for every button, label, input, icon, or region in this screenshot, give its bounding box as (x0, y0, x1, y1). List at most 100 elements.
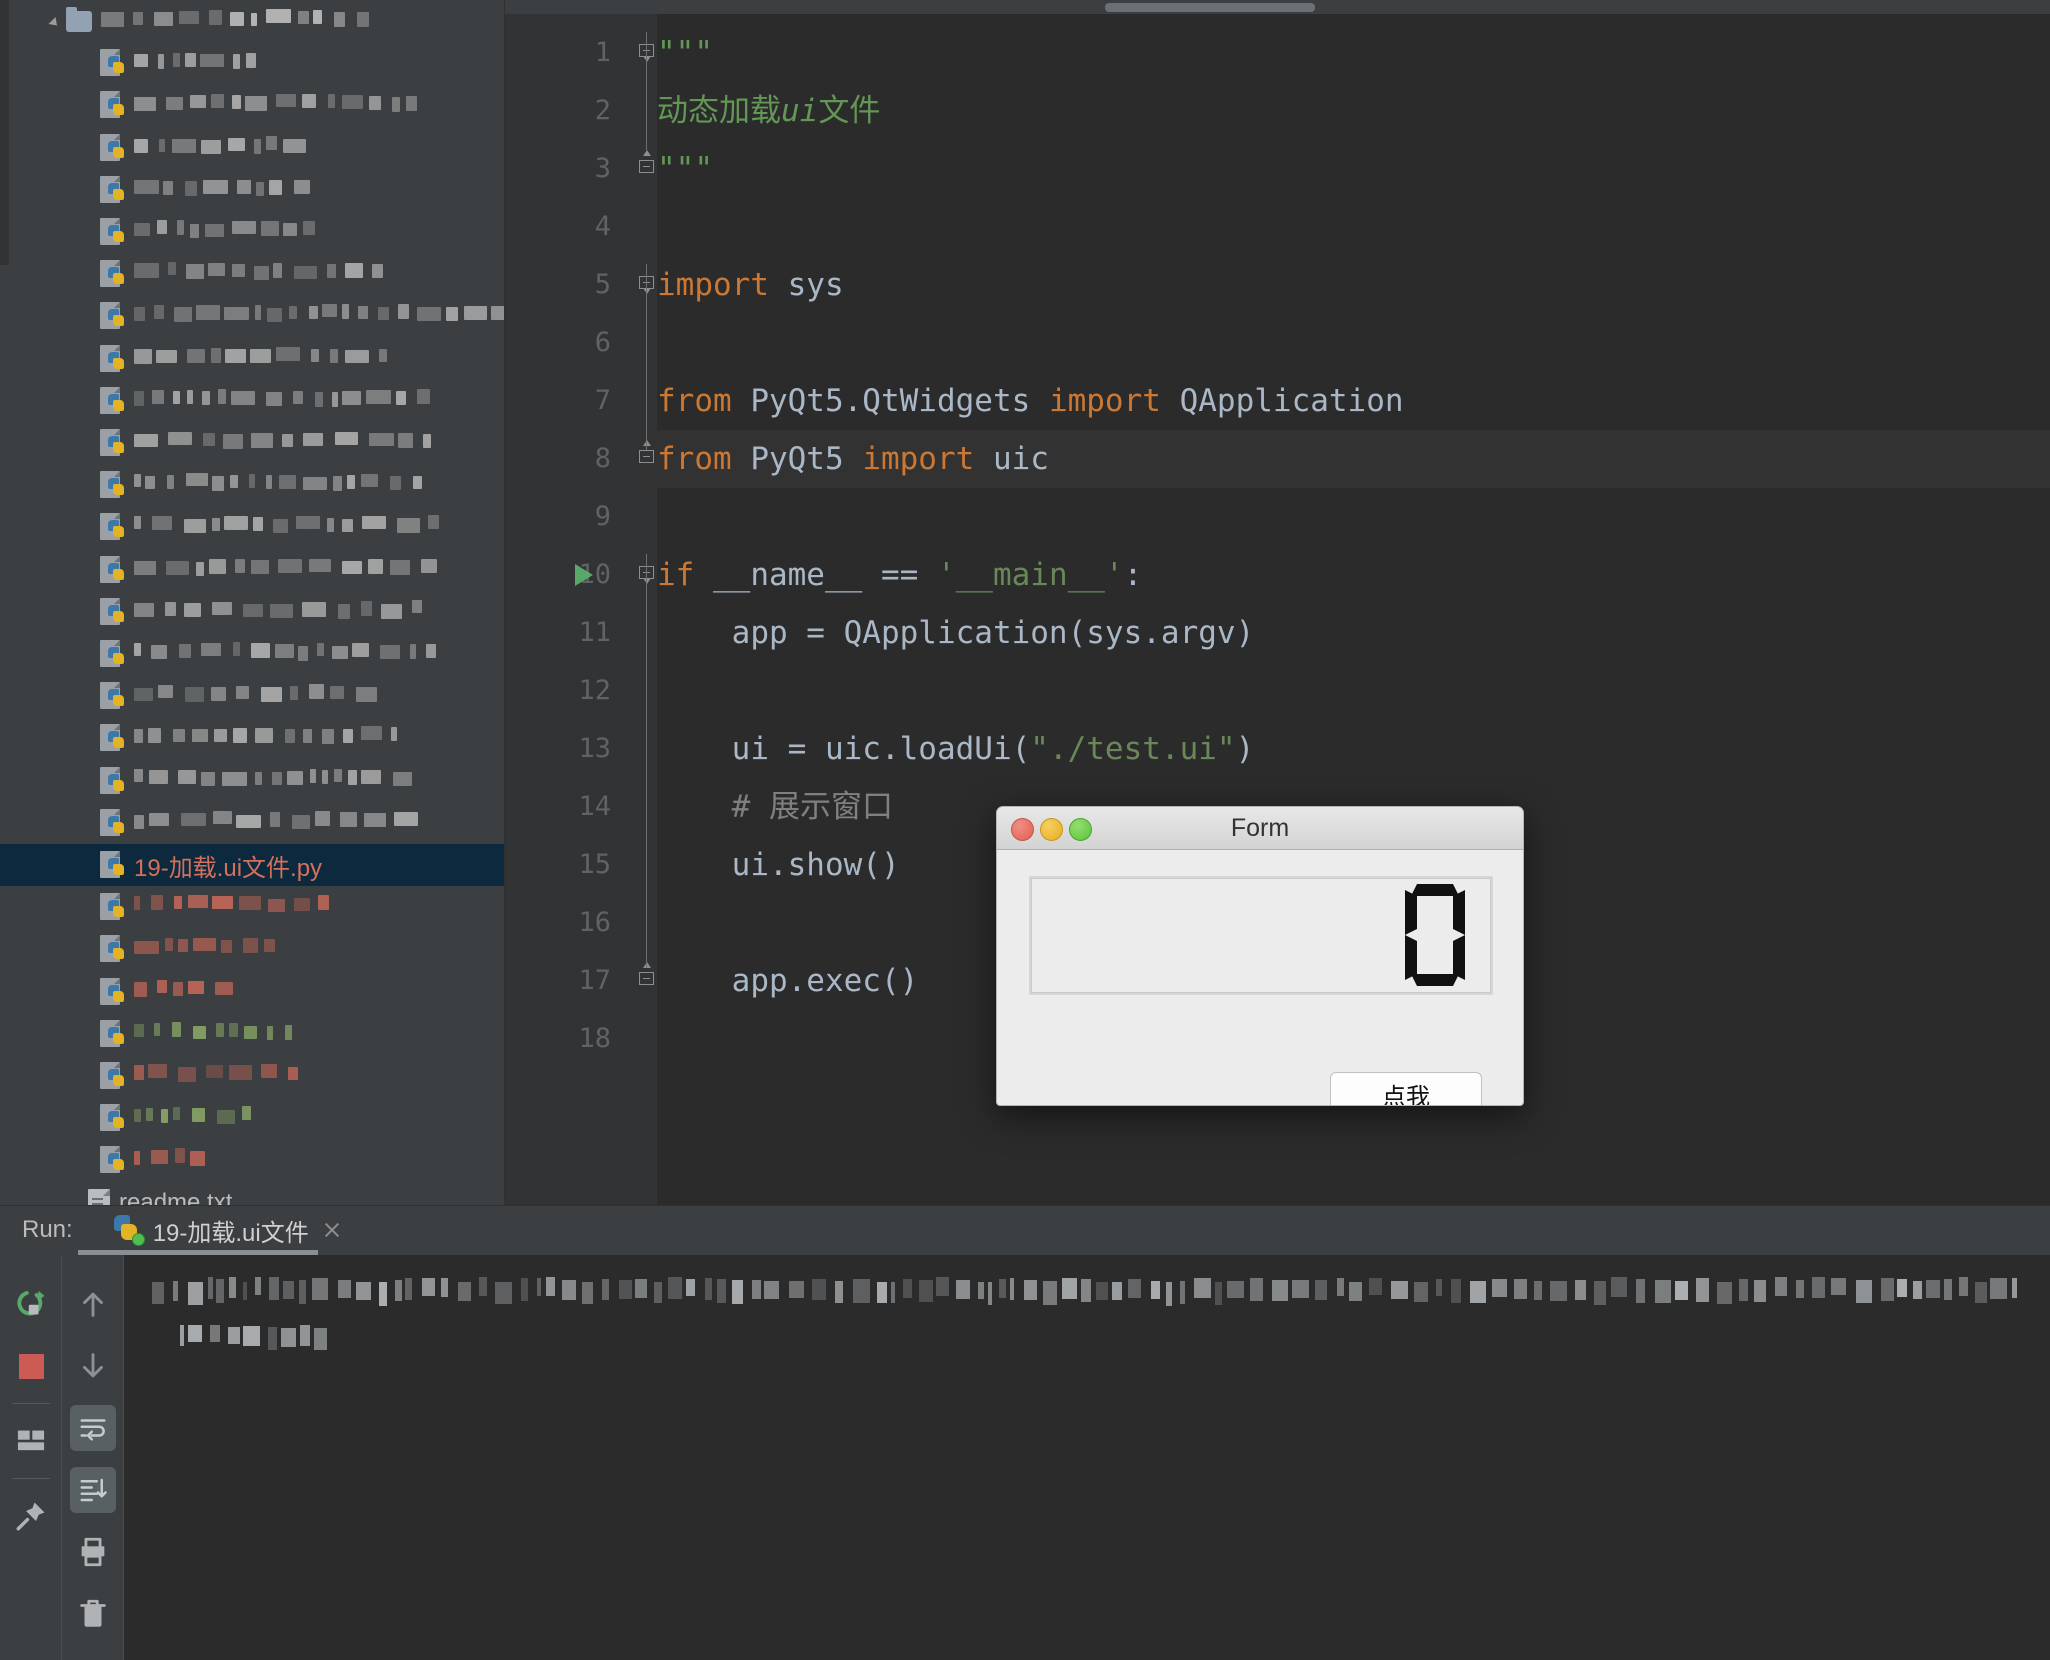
tree-item-python-file[interactable] (0, 633, 505, 675)
run-configuration-tab[interactable]: 19-加载.ui文件 (101, 1205, 353, 1255)
tree-item-label: 19-加载.ui文件.py (134, 854, 323, 882)
ide-window: 19-加载.ui文件.pyreadme.txtExternal Librarie… (0, 0, 2050, 1660)
code-line[interactable]: app.exec() (657, 952, 919, 1010)
tree-item-python-file[interactable] (0, 1097, 505, 1139)
stop-icon[interactable] (0, 1335, 62, 1397)
scroll-to-end-icon[interactable] (62, 1459, 124, 1521)
tree-item-python-file[interactable] (0, 253, 505, 295)
tree-item-python-file[interactable] (0, 1055, 505, 1097)
tree-item-python-file[interactable] (0, 928, 505, 970)
code-line[interactable]: ui = uic.loadUi("./test.ui") (657, 720, 1255, 778)
layout-icon[interactable] (0, 1410, 62, 1472)
console-line (180, 1323, 330, 1353)
tree-item-python-file[interactable] (0, 886, 505, 928)
soft-wrap-icon[interactable] (62, 1397, 124, 1459)
code-token: PyQt5 (731, 441, 863, 477)
code-folding-gutter[interactable] (635, 14, 657, 1205)
trash-icon[interactable] (62, 1583, 124, 1645)
rerun-icon[interactable] (0, 1273, 62, 1335)
run-line-gutter-icon[interactable] (575, 564, 593, 586)
code-line[interactable]: """ (657, 24, 713, 82)
line-number-gutter[interactable]: 1 2 3 4 5 6 7 8 9 10 11 12 13 14 15 16 17 18 (505, 14, 635, 1205)
python-file-icon (100, 48, 125, 78)
python-file-icon (100, 892, 125, 922)
click-me-button[interactable]: 点我 (1330, 1072, 1482, 1105)
run-left-toolbar[interactable] (0, 1255, 62, 1660)
fold-marker[interactable] (639, 150, 655, 174)
redacted-text (134, 811, 419, 830)
tree-item-python-file[interactable] (0, 380, 505, 422)
tree-item-python-file[interactable] (0, 338, 505, 380)
redacted-text (134, 515, 444, 534)
fold-marker[interactable] (639, 440, 655, 464)
print-icon[interactable] (62, 1521, 124, 1583)
run-right-toolbar[interactable] (62, 1255, 124, 1660)
tree-item-python-file[interactable] (0, 1139, 505, 1181)
redacted-text (134, 136, 319, 155)
tree-item-python-file[interactable] (0, 211, 505, 253)
tree-item-selected-file[interactable]: 19-加载.ui文件.py (0, 844, 505, 886)
python-file-icon (100, 808, 125, 838)
code-line[interactable]: # 展示窗口 (657, 778, 893, 836)
fold-marker[interactable] (639, 272, 655, 294)
code-line[interactable]: from PyQt5.QtWidgets import QApplication (657, 372, 1404, 430)
code-token: """ (657, 35, 713, 71)
tree-item-python-file[interactable] (0, 84, 505, 126)
python-file-icon (100, 175, 125, 205)
code-line[interactable]: """ (657, 140, 713, 198)
scrollbar-thumb[interactable] (1105, 3, 1315, 12)
tree-root-folder[interactable] (0, 0, 505, 42)
fold-marker[interactable] (639, 562, 655, 584)
line-number: 13 (578, 733, 611, 764)
tree-item-python-file[interactable] (0, 422, 505, 464)
code-token: : (1123, 557, 1143, 593)
tree-item-python-file[interactable] (0, 675, 505, 717)
line-number: 14 (578, 791, 611, 822)
code-line[interactable]: from PyQt5 import uic (657, 430, 1049, 488)
close-icon[interactable] (323, 1221, 341, 1239)
console-output[interactable] (124, 1255, 2050, 1660)
lcd-number-frame (1029, 876, 1493, 995)
sidebar-editor-divider[interactable] (504, 0, 505, 1205)
fold-marker[interactable] (639, 40, 655, 62)
line-number: 16 (578, 907, 611, 938)
tree-item-readme[interactable]: readme.txt (0, 1182, 505, 1205)
tree-item-python-file[interactable] (0, 717, 505, 759)
qt-form-titlebar[interactable]: Form (997, 807, 1523, 850)
redacted-text (134, 389, 439, 408)
line-number: 9 (594, 501, 611, 532)
python-file-icon (100, 1145, 125, 1175)
tree-item-python-file[interactable] (0, 760, 505, 802)
python-file-icon (100, 1061, 125, 1091)
code-token: QApplication (1160, 383, 1404, 419)
redacted-text (134, 262, 399, 281)
code-line[interactable]: import sys (657, 256, 844, 314)
tree-item-python-file[interactable] (0, 506, 505, 548)
arrow-down-icon[interactable] (62, 1335, 124, 1397)
line-number: 7 (594, 385, 611, 416)
qt-form-window[interactable]: Form 点我 (996, 806, 1524, 1106)
tree-item-python-file[interactable] (0, 42, 505, 84)
tree-item-python-file[interactable] (0, 464, 505, 506)
tree-item-python-file[interactable] (0, 591, 505, 633)
chevron-down-icon[interactable] (48, 12, 66, 30)
code-line[interactable]: app = QApplication(sys.argv) (657, 604, 1255, 662)
fold-marker[interactable] (639, 962, 655, 986)
line-number: 18 (578, 1023, 611, 1054)
project-tool-window[interactable]: 19-加载.ui文件.pyreadme.txtExternal Librarie… (0, 0, 505, 1205)
code-line[interactable]: ui.show() (657, 836, 900, 894)
code-token: app = QApplication(sys.argv) (657, 615, 1255, 651)
tree-item-python-file[interactable] (0, 802, 505, 844)
code-line[interactable]: 动态加载ui文件 (657, 82, 880, 140)
code-line[interactable]: if __name__ == '__main__': (657, 546, 1142, 604)
tree-item-python-file[interactable] (0, 549, 505, 591)
tree-item-python-file[interactable] (0, 169, 505, 211)
pin-icon[interactable] (0, 1485, 62, 1547)
arrow-up-icon[interactable] (62, 1273, 124, 1335)
tree-item-python-file[interactable] (0, 295, 505, 337)
tree-item-python-file[interactable] (0, 1013, 505, 1055)
tree-item-python-file[interactable] (0, 127, 505, 169)
tree-item-python-file[interactable] (0, 971, 505, 1013)
editor-horizontal-scrollbar[interactable] (505, 0, 2050, 14)
line-number: 2 (594, 95, 611, 126)
